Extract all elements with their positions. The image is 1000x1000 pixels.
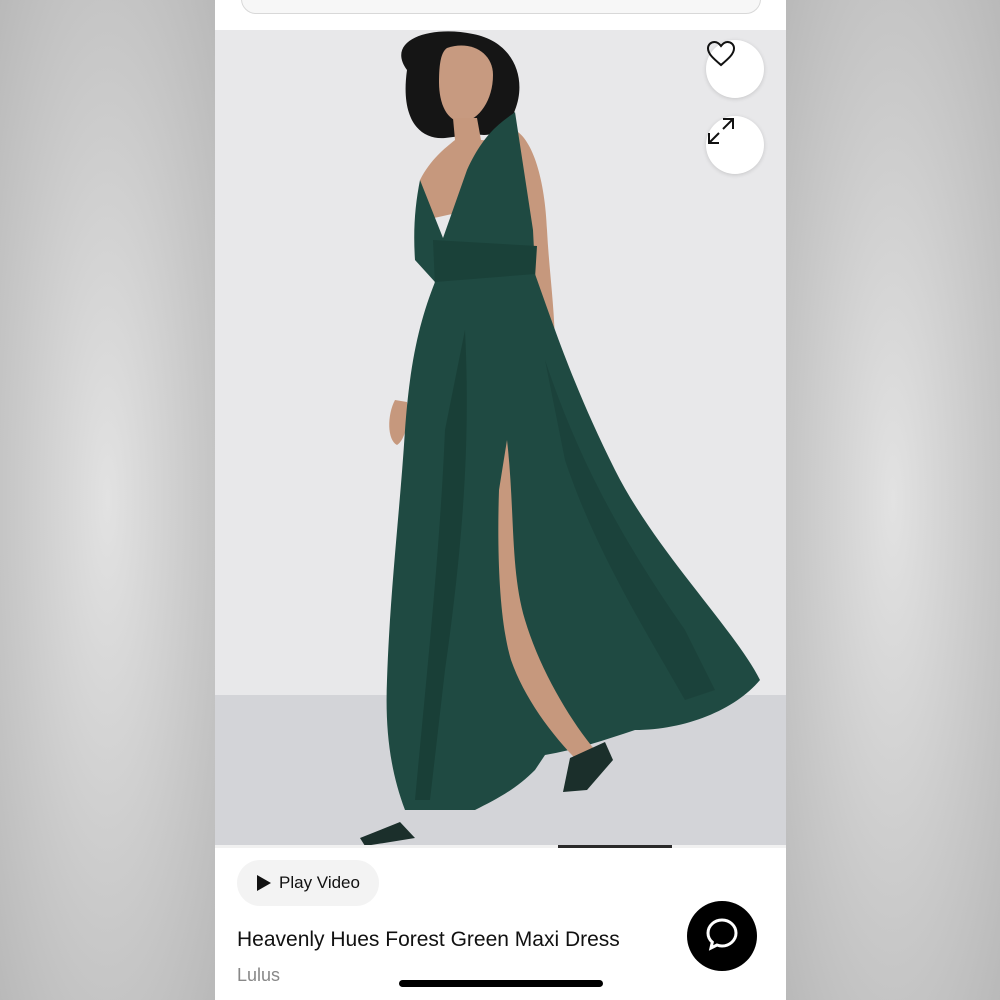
home-indicator[interactable]	[399, 980, 603, 987]
background-right	[786, 0, 1000, 1000]
top-bar	[215, 0, 786, 30]
brand-name[interactable]: Lulus	[237, 965, 280, 986]
app-screen: Play Video Heavenly Hues Forest Green Ma…	[215, 0, 786, 1000]
play-icon	[257, 875, 271, 891]
product-image[interactable]	[215, 30, 786, 846]
expand-image-button[interactable]	[706, 116, 764, 174]
product-title: Heavenly Hues Forest Green Maxi Dress	[237, 928, 620, 951]
dress-photo-illustration	[215, 30, 786, 846]
gallery-progress-fill	[558, 845, 672, 848]
background-left	[0, 0, 215, 1000]
gallery-progress	[215, 845, 786, 848]
play-video-button[interactable]: Play Video	[237, 860, 379, 906]
play-video-label: Play Video	[279, 873, 360, 892]
chat-bubble-icon	[705, 917, 739, 956]
search-bar[interactable]	[241, 0, 761, 14]
favorite-button[interactable]	[706, 40, 764, 98]
chat-button[interactable]	[687, 901, 757, 971]
